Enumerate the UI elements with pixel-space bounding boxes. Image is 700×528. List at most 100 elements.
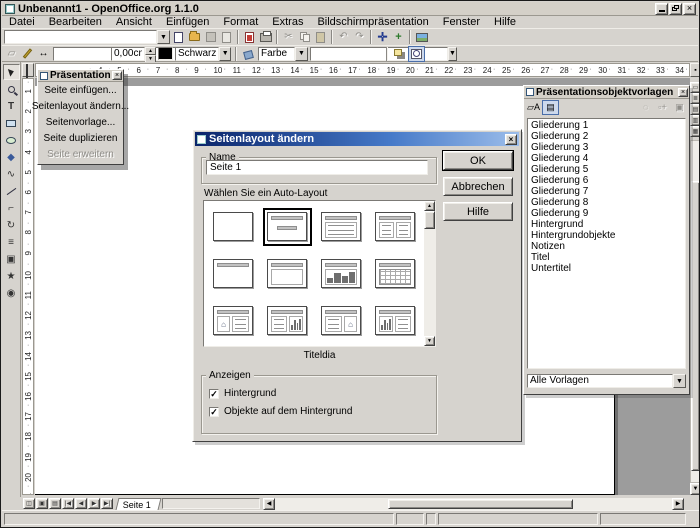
picker-scroll-down-icon[interactable]: ▼ — [424, 336, 435, 346]
new-style-icon[interactable]: ▫+ — [655, 101, 670, 114]
presentation-styles-icon[interactable]: ▤ — [543, 101, 558, 114]
style-item[interactable]: Notizen — [528, 241, 685, 252]
layout-title-content[interactable] — [317, 208, 366, 246]
select-mode-button[interactable]: ▣ — [36, 498, 48, 509]
layout-title-only[interactable] — [209, 255, 258, 293]
dialog-titlebar[interactable]: Seitenlayout ändern × — [195, 132, 519, 146]
paste-icon[interactable] — [313, 30, 328, 44]
layout-title-chart[interactable] — [317, 255, 366, 293]
presentation-window-titlebar[interactable]: Präsentation × — [38, 70, 123, 82]
save-icon[interactable] — [203, 30, 218, 44]
edit-mode-button[interactable]: ▤ — [49, 498, 61, 509]
edit-file-icon[interactable] — [219, 30, 234, 44]
presentation-command-seite-einfügen[interactable]: Seite einfügen... — [38, 82, 123, 98]
menu-item-hilfe[interactable]: Hilfe — [487, 16, 523, 28]
help-button[interactable]: Hilfe — [443, 202, 513, 221]
title-bar[interactable]: Unbenannt1 - OpenOffice.org 1.1.0 × — [2, 2, 698, 16]
ruler-corner-button[interactable]: ▪ — [690, 63, 700, 77]
fill-style-icon[interactable] — [241, 47, 256, 61]
background-checkbox-row[interactable]: ✓ Hintergrund — [209, 388, 276, 399]
interaction-icon[interactable]: ◉ — [3, 285, 20, 301]
style-item[interactable]: Untertitel — [528, 263, 685, 274]
fill-format-mode-icon[interactable]: ◌ — [638, 101, 653, 114]
picker-scroll-up-icon[interactable]: ▲ — [424, 201, 435, 211]
drawing-view-button[interactable]: ▭ — [690, 82, 700, 93]
align-icon[interactable]: ≡ — [3, 234, 20, 250]
line-color-dropdown-icon[interactable]: ▼ — [219, 47, 231, 61]
gallery-icon[interactable] — [414, 30, 429, 44]
connector-icon[interactable]: ⌐ — [3, 200, 20, 216]
resize-corner[interactable] — [684, 497, 700, 510]
rectangle-icon[interactable] — [3, 115, 20, 131]
object3d-icon[interactable]: ◆ — [3, 149, 20, 165]
insert-icon[interactable]: + — [391, 30, 406, 44]
layout-title-image-content[interactable]: ⌂ — [209, 302, 258, 340]
zoom-icon[interactable] — [3, 81, 20, 97]
style-filter-combobox[interactable]: Alle Vorlagen ▼ — [527, 374, 686, 388]
pen-icon[interactable] — [20, 47, 35, 61]
url-dropdown-icon[interactable]: ▼ — [157, 30, 170, 44]
name-input[interactable] — [206, 160, 428, 175]
picker-scrollbar[interactable]: ▲ ▼ — [424, 201, 435, 346]
prev-page-button[interactable]: ◀ — [75, 498, 87, 509]
style-item[interactable]: Gliederung 4 — [528, 153, 685, 164]
presentation-command-seitenlayout-ändern[interactable]: Seitenlayout ändern... — [38, 98, 123, 114]
style-item[interactable]: Gliederung 3 — [528, 142, 685, 153]
hscroll-right-icon[interactable]: ▶ — [672, 498, 684, 510]
layout-title-chart-content[interactable] — [371, 302, 420, 340]
url-combobox[interactable]: ▼ — [4, 30, 170, 44]
menu-item-fenster[interactable]: Fenster — [436, 16, 487, 28]
copy-icon[interactable] — [297, 30, 312, 44]
style-filter-dropdown-icon[interactable]: ▼ — [673, 374, 686, 388]
layout-title-box[interactable] — [263, 255, 312, 293]
open-icon[interactable] — [187, 30, 202, 44]
layout-title-content-chart[interactable] — [263, 302, 312, 340]
menu-item-bildschirmpräsentation[interactable]: Bildschirmpräsentation — [310, 16, 435, 28]
zoom-page-icon[interactable] — [409, 47, 424, 61]
ok-button[interactable]: OK — [443, 151, 513, 170]
graphics-styles-icon[interactable]: ▱A — [526, 101, 541, 114]
arrow-ends-icon[interactable]: ↔ — [36, 47, 51, 61]
vscroll-down-icon[interactable]: ▼ — [690, 483, 700, 495]
restore-button[interactable] — [669, 3, 682, 15]
style-item[interactable]: Gliederung 1 — [528, 120, 685, 131]
fill-color-dropdown-icon[interactable]: ▼ — [448, 47, 457, 61]
line-width-input[interactable] — [111, 47, 145, 61]
style-item[interactable]: Gliederung 2 — [528, 131, 685, 142]
presentation-command-seite-duplizieren[interactable]: Seite duplizieren — [38, 130, 123, 146]
cut-icon[interactable]: ✂ — [281, 30, 296, 44]
menu-item-datei[interactable]: Datei — [2, 16, 42, 28]
line-style-combobox[interactable]: ▼ — [53, 47, 109, 61]
vscroll-trough[interactable] — [690, 140, 700, 483]
fill-color-combobox[interactable]: ▼ — [310, 47, 382, 61]
slide-tab[interactable]: Seite 1 — [116, 498, 162, 510]
menu-item-ansicht[interactable]: Ansicht — [109, 16, 159, 28]
menu-item-format[interactable]: Format — [216, 16, 265, 28]
next-page-button[interactable]: ▶ — [88, 498, 100, 509]
url-input[interactable] — [4, 30, 157, 44]
style-item[interactable]: Gliederung 9 — [528, 208, 685, 219]
dialog-close-icon[interactable]: × — [505, 134, 517, 145]
export-pdf-icon[interactable] — [242, 30, 257, 44]
style-item[interactable]: Gliederung 6 — [528, 175, 685, 186]
stylist-close-icon[interactable]: × — [678, 88, 688, 97]
layout-title-table[interactable] — [371, 255, 420, 293]
fill-type-combobox[interactable]: Farbe ▼ — [258, 47, 308, 61]
outline-view-button[interactable]: ≣ — [690, 93, 700, 104]
handout-view-button[interactable]: ▦ — [690, 126, 700, 137]
edit-points-icon[interactable]: ▱ — [4, 47, 19, 61]
background-objects-checkbox-row[interactable]: ✓ Objekte auf dem Hintergrund — [209, 406, 352, 417]
text-icon[interactable]: T — [3, 98, 20, 114]
ruler-origin-button[interactable] — [22, 63, 34, 77]
new-document-icon[interactable] — [171, 30, 186, 44]
menu-item-einfügen[interactable]: Einfügen — [159, 16, 216, 28]
menu-item-extras[interactable]: Extras — [265, 16, 310, 28]
last-page-button[interactable]: ▶| — [101, 498, 113, 509]
undo-icon[interactable]: ↶ — [336, 30, 351, 44]
vertical-scrollbar[interactable]: ▭≣▤▥▦ ▼ — [690, 78, 700, 495]
style-item[interactable]: Gliederung 7 — [528, 186, 685, 197]
line-width-stepper[interactable]: ▲▼ — [111, 47, 156, 61]
stylist-titlebar[interactable]: Präsentationsobjektvorlagen × — [524, 86, 689, 99]
shadow-icon[interactable] — [392, 47, 407, 61]
print-icon[interactable] — [258, 30, 273, 44]
